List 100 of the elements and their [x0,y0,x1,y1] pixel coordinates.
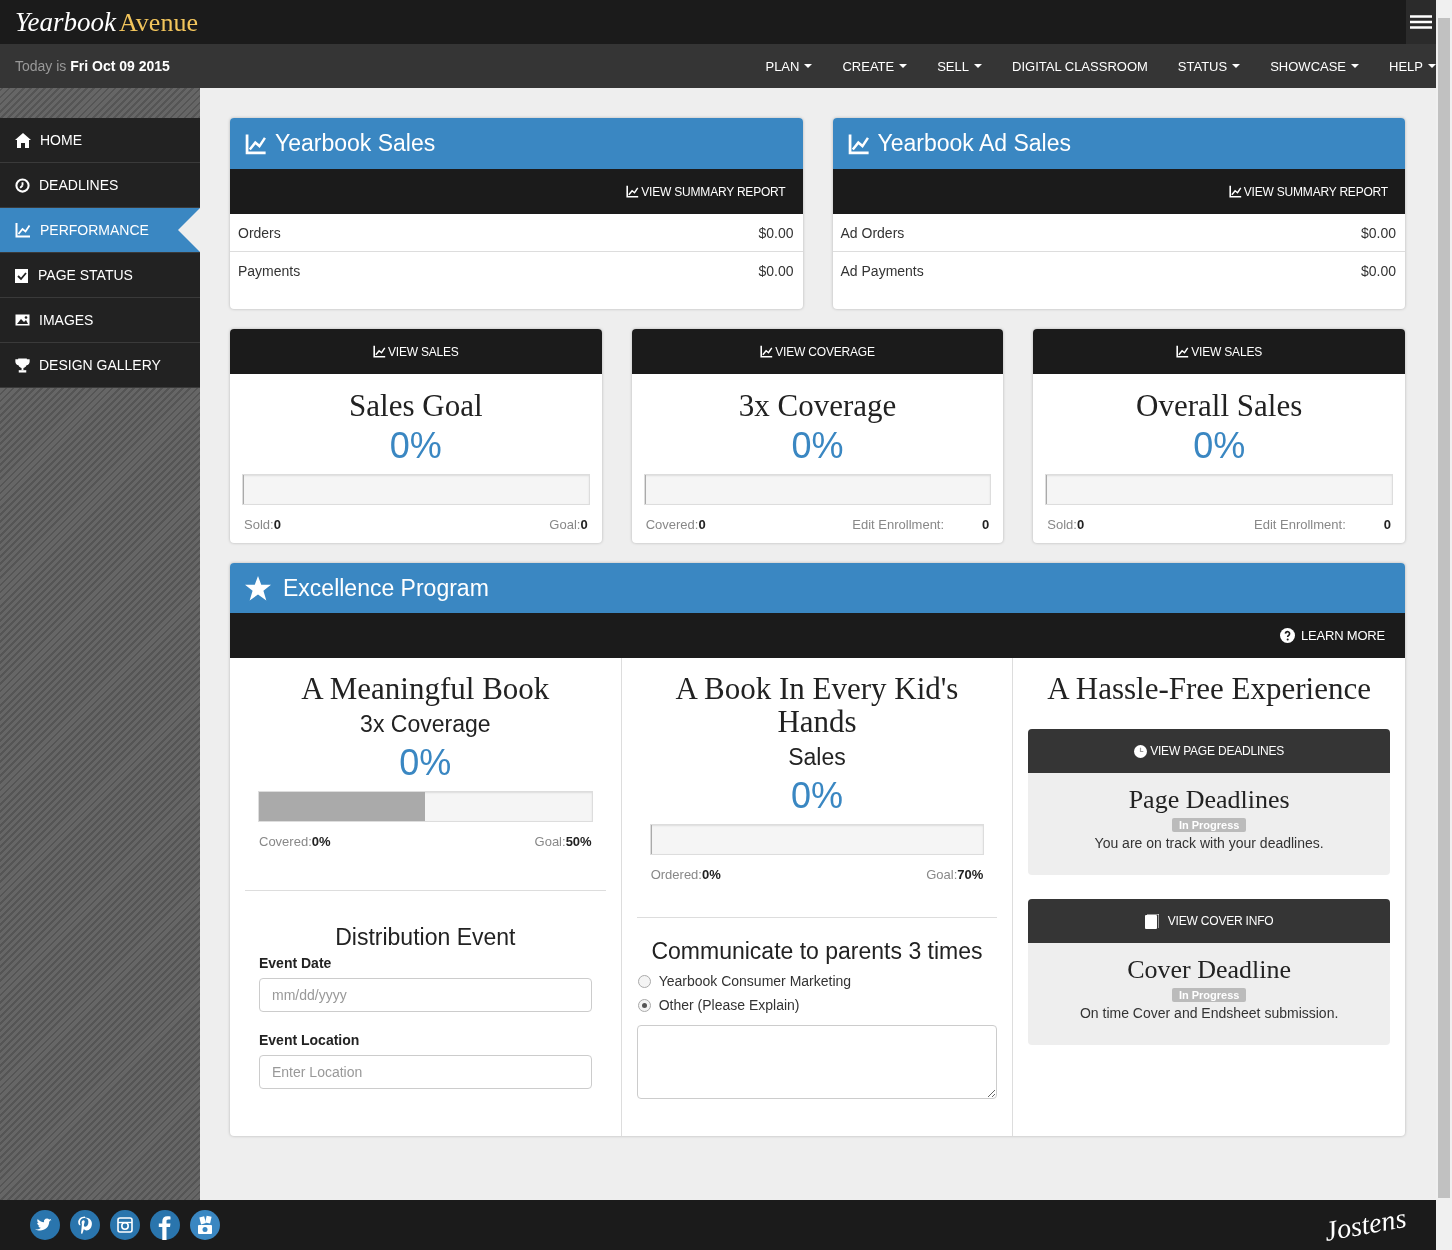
section-title: Communicate to parents 3 times [650,938,984,965]
card-title: Page Deadlines [1127,785,1291,815]
summary-report-link[interactable]: VIEW SUMMARY REPORT [1228,184,1388,199]
pin-icon[interactable] [70,1210,100,1240]
chart-icon [760,345,774,358]
image-icon [15,314,30,326]
panel-title: Yearbook Sales [275,130,436,157]
row-value: $0.00 [1360,224,1396,241]
view-link[interactable]: VIEW COVERAGE [760,344,875,359]
sidebar-item[interactable]: PAGE STATUS [0,253,200,298]
book-icon [1144,913,1159,929]
scrollbar[interactable] [1436,0,1452,1250]
goal-subtitle: 3x Coverage [359,711,492,738]
nav-menu-item[interactable]: STATUS [1162,44,1256,88]
nav-menu-item[interactable]: SELL [922,44,997,88]
stat-value: 0 [1383,516,1391,532]
chart-icon [372,345,386,358]
stat-text: Covered:0 [645,516,706,532]
percent-value: 0% [398,741,453,785]
chart-icon [15,222,31,238]
percent-value: 0% [790,424,845,468]
percent-value: 0% [1192,424,1247,468]
bird-icon[interactable] [30,1210,60,1240]
help-icon [1280,628,1296,643]
nav-menu-item[interactable]: DIGITAL CLASSROOM [997,44,1163,88]
menu-button[interactable] [1406,0,1436,44]
view-link[interactable]: VIEW SALES [372,344,459,359]
card-text: You are on track with your deadlines. [1093,835,1325,851]
card-title: Sales Goal [348,388,484,424]
status-badge: In Progress [1171,818,1247,832]
card-title: Overall Sales [1135,388,1304,424]
summary-report-link[interactable]: VIEW SUMMARY REPORT [626,184,786,199]
clock-icon [15,177,30,193]
chart-icon [626,185,640,198]
stat-text: Goal:70% [926,866,984,882]
stat-value: 0 [982,516,990,532]
input-field[interactable]: Enter Location [259,1055,592,1089]
option-label: Other (Please Explain) [658,997,800,1013]
nav-menu-item[interactable]: PLAN [750,44,828,88]
row-value: $0.00 [758,224,794,241]
input-field[interactable]: mm/dd/yyyy [259,978,592,1012]
chart-icon [1228,185,1242,198]
stat-text: Ordered:0% [650,866,721,882]
stat-text: Goal:0 [549,516,588,532]
radio-button[interactable] [637,998,651,1012]
learn-more-link[interactable]: LEARN MORE [1280,628,1385,643]
goal-title: A Hassle-Free Experience [1046,672,1372,705]
checked-page-icon [15,267,29,283]
stat-label: Edit Enrollment: [1254,516,1346,532]
panel-title: Excellence Program [283,574,489,602]
logo-script-text: Yearbook [15,6,116,38]
chart-icon [245,132,267,155]
goal-subtitle: Sales [787,744,847,771]
radio-button[interactable] [637,974,651,988]
row-label: Orders [238,224,281,241]
stat-text: Sold:0 [1047,516,1085,532]
sidebar-item[interactable]: DEADLINES [0,163,200,208]
stat-text: Sold:0 [244,516,281,532]
date-text: Today is Fri Oct 09 2015 [15,58,170,74]
letter-f-icon[interactable] [150,1210,180,1240]
chart-icon [1176,345,1190,358]
stat-label: Edit Enrollment: [852,516,945,532]
stat-text: Goal:50% [534,833,592,849]
nav-menu-item[interactable]: CREATE [827,44,923,88]
option-label: Yearbook Consumer Marketing [658,973,852,989]
nav-menu-item[interactable]: SHOWCASE [1255,44,1375,88]
photos-icon[interactable] [190,1210,220,1240]
menu-icon [1410,15,1432,29]
card-title: 3x Coverage [737,388,898,424]
field-label: Event Date [258,955,333,971]
status-badge: In Progress [1171,988,1247,1002]
stat-text: Covered:0% [259,833,331,849]
row-label: Payments [238,262,301,279]
home-icon [15,132,31,148]
row-value: $0.00 [758,262,794,279]
logo-text: Avenue [119,7,198,38]
chart-icon [847,132,870,155]
section-title: Distribution Event [334,924,517,951]
row-label: Ad Orders [840,224,905,241]
sidebar-item[interactable]: IMAGES [0,298,200,343]
view-link[interactable]: VIEW SALES [1176,344,1262,359]
clock-icon [1134,744,1148,758]
percent-value: 0% [789,774,844,818]
percent-value: 0% [388,424,443,468]
trophy-icon [15,357,30,373]
goal-title: A Meaningful Book [300,672,551,705]
goal-title: A Book In Every Kid's Hands [674,672,960,738]
sidebar-item[interactable]: HOME [0,118,200,163]
card-title: Cover Deadline [1126,955,1293,985]
camera-icon[interactable] [110,1210,140,1240]
star-icon [245,575,271,601]
sidebar-item[interactable]: DESIGN GALLERY [0,343,200,388]
field-label: Event Location [258,1032,361,1048]
row-value: $0.00 [1360,262,1396,279]
view-link[interactable]: VIEW COVER INFO [1144,913,1274,929]
view-link[interactable]: VIEW PAGE DEADLINES [1134,744,1285,758]
card-text: On time Cover and Endsheet submission. [1078,1005,1340,1021]
panel-title: Yearbook Ad Sales [877,130,1072,157]
row-label: Ad Payments [840,262,924,279]
sidebar-item[interactable]: PERFORMANCE [0,208,200,253]
